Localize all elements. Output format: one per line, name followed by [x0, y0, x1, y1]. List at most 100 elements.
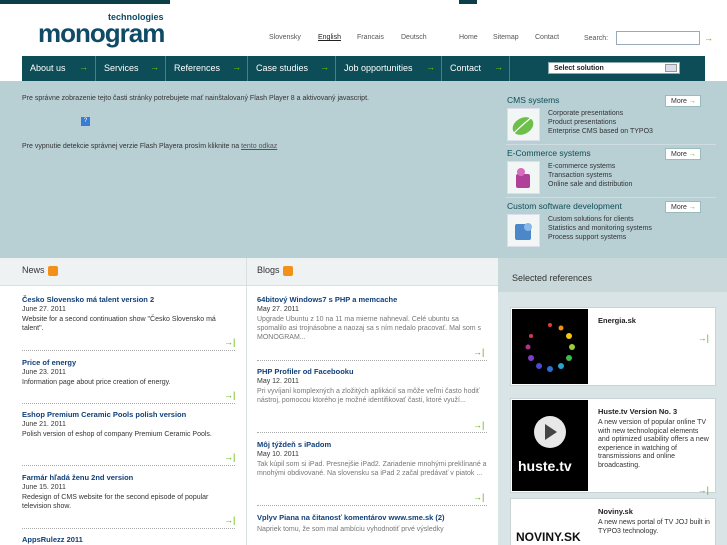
flash-detection-link[interactable]: tento odkaz [241, 143, 277, 150]
go-arrow-icon[interactable]: →| [473, 492, 484, 502]
rss-icon[interactable] [282, 265, 293, 276]
link-contact[interactable]: Contact [535, 34, 559, 41]
link-sitemap[interactable]: Sitemap [493, 34, 519, 41]
news-title: News [22, 265, 58, 276]
more-button[interactable]: More → [665, 95, 701, 107]
dropdown-button-icon[interactable] [665, 64, 677, 72]
reference-card[interactable]: Energia.sk →| [510, 307, 716, 386]
go-arrow-icon[interactable]: →| [224, 337, 235, 347]
service-ecommerce: E-Commerce systems More → E-commerce sys… [506, 148, 716, 198]
energia-logo-icon [512, 309, 588, 384]
blogs-title: Blogs [257, 265, 293, 276]
software-icon [507, 214, 540, 247]
go-arrow-icon[interactable]: →| [473, 347, 484, 357]
service-title[interactable]: Custom software development [507, 201, 622, 211]
blog-item-body: Upgrade Ubuntu z 10 na 11 ma mierne nahn… [257, 316, 482, 341]
go-arrow-icon[interactable]: →| [473, 420, 484, 430]
news-item-title[interactable]: AppsRulezz 2011 [22, 535, 235, 544]
reference-card[interactable]: huste.tv Huste.tv Version No. 3 A new ve… [510, 398, 716, 495]
service-lines: E-commerce systems Transaction systems O… [548, 162, 632, 189]
lang-francais[interactable]: Francais [357, 34, 384, 41]
news-item-body: Redesign of CMS website for the second e… [22, 494, 209, 510]
service-line: Product presentations [548, 119, 617, 126]
news-item: Eshop Premium Ceramic Pools polish versi… [22, 410, 235, 439]
go-arrow-icon[interactable]: →| [698, 485, 709, 495]
more-button[interactable]: More → [665, 201, 701, 213]
blog-item-title[interactable]: 64bitový Windows7 s PHP a memcache [257, 295, 487, 304]
service-title[interactable]: CMS systems [507, 95, 559, 105]
flash-detection-message: Pre vypnutie detekcie správnej verzie Fl… [22, 143, 492, 150]
solution-select[interactable]: Select solution [548, 62, 680, 74]
divider [257, 360, 487, 361]
service-line: Custom solutions for clients [548, 216, 634, 223]
reference-description: A new news portal of TV JOJ built in TYP… [598, 519, 710, 535]
divider [257, 505, 487, 506]
flash-plugin-icon[interactable]: ? [81, 117, 90, 126]
divider [257, 432, 487, 433]
news-item-title[interactable]: Eshop Premium Ceramic Pools polish versi… [22, 410, 235, 419]
reference-name[interactable]: Noviny.sk [598, 507, 633, 516]
nav-about-us[interactable]: About us → [22, 56, 96, 81]
service-title[interactable]: E-Commerce systems [507, 148, 591, 158]
news-header: News [0, 258, 246, 286]
go-arrow-icon[interactable]: →| [698, 333, 709, 343]
arrow-right-icon: → [426, 62, 435, 72]
go-arrow-icon[interactable]: →| [224, 390, 235, 400]
blogs-title-text: Blogs [257, 265, 280, 275]
service-line: Enterprise CMS based on TYPO3 [548, 128, 653, 135]
news-item-date: June 23. 2011 [22, 369, 66, 376]
reference-name[interactable]: Huste.tv Version No. 3 [598, 407, 677, 416]
news-item-title[interactable]: Farmár hľadá ženu 2nd version [22, 473, 235, 482]
reference-name[interactable]: Energia.sk [598, 316, 636, 325]
news-item: Price of energy June 23. 2011 Informatio… [22, 358, 235, 387]
search-input[interactable] [616, 31, 700, 45]
arrow-right-icon: → [232, 62, 241, 72]
lang-deutsch[interactable]: Deutsch [401, 34, 427, 41]
blog-item-title[interactable]: PHP Profiler od Facebooku [257, 367, 487, 376]
blog-item: PHP Profiler od Facebooku May 12. 2011 P… [257, 367, 487, 405]
blog-item-date: May 27. 2011 [257, 306, 299, 313]
news-item-title[interactable]: Price of energy [22, 358, 235, 367]
nav-case-studies[interactable]: Case studies → [248, 56, 336, 81]
news-item-date: June 21. 2011 [22, 421, 66, 428]
divider [22, 465, 235, 466]
news-item: Farmár hľadá ženu 2nd version June 15. 2… [22, 473, 235, 511]
nav-label: References [174, 63, 221, 73]
blog-item-title[interactable]: Vplyv Piana na čitanosť komentárov www.s… [257, 513, 487, 522]
nav-services[interactable]: Services → [96, 56, 166, 81]
search-go-icon[interactable]: → [704, 33, 713, 43]
nav-contact[interactable]: Contact → [442, 56, 510, 81]
blog-item-body: Napriek tomu, že som mal ambíciu vyhodno… [257, 526, 444, 533]
service-lines: Custom solutions for clients Statistics … [548, 215, 652, 242]
leaf-icon [507, 108, 540, 141]
service-line: Corporate presentations [548, 110, 624, 117]
solution-select-value: Select solution [554, 65, 604, 72]
nav-job-opportunities[interactable]: Job opportunities → [336, 56, 442, 81]
shopping-bag-icon [507, 161, 540, 194]
go-arrow-icon[interactable]: →| [224, 515, 235, 525]
lang-english[interactable]: English [318, 34, 341, 41]
link-home[interactable]: Home [459, 34, 478, 41]
rss-icon[interactable] [47, 265, 58, 276]
service-custom-software: Custom software development More → Custo… [506, 201, 716, 251]
blog-item: 64bitový Windows7 s PHP a memcache May 2… [257, 295, 487, 342]
lang-slovensky[interactable]: Slovensky [269, 34, 301, 41]
service-lines: Corporate presentations Product presenta… [548, 109, 653, 136]
go-arrow-icon[interactable]: →| [224, 452, 235, 462]
nav-references[interactable]: References → [166, 56, 248, 81]
reference-card[interactable]: NOVINY.SK Noviny.sk A new news portal of… [510, 498, 716, 545]
blog-item-title[interactable]: Môj týždeň s iPadom [257, 440, 487, 449]
more-label: More [671, 98, 687, 105]
arrow-right-icon: → [150, 62, 159, 72]
logo-wordmark: monogram [38, 18, 165, 48]
service-line: E-commerce systems [548, 163, 616, 170]
arrow-right-icon: → [79, 62, 88, 72]
blog-item-date: May 12. 2011 [257, 378, 299, 385]
news-item-title[interactable]: Česko Slovensko má talent version 2 [22, 295, 235, 304]
noviny-logo-icon: NOVINY.SK [512, 500, 588, 545]
flash-required-message: Pre správne zobrazenie tejto časti strán… [22, 95, 369, 102]
divider [22, 350, 235, 351]
news-item-body: Information page about price creation of… [22, 379, 171, 386]
arrow-right-icon: → [494, 62, 503, 72]
more-button[interactable]: More → [665, 148, 701, 160]
